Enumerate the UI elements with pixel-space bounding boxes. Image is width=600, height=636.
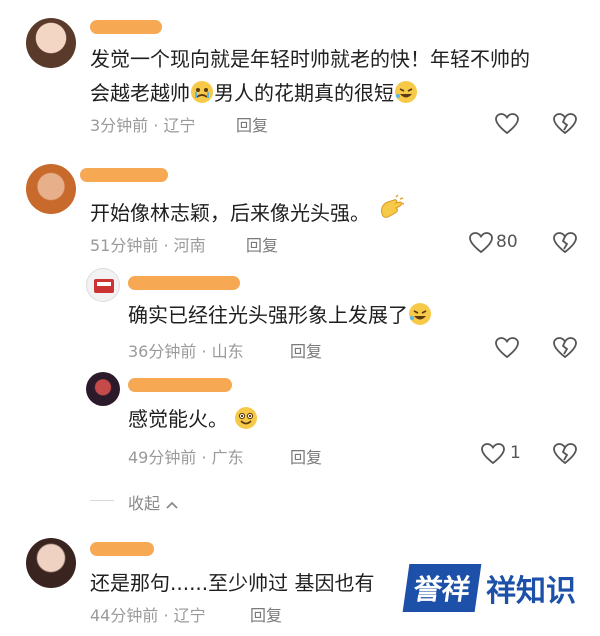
comment-time-location: 36分钟前 · 山东 <box>128 342 244 361</box>
avatar[interactable] <box>26 538 76 588</box>
laughing-emoji-icon <box>408 302 432 326</box>
comment-text-part: 开始像林志颖，后来像光头强。 <box>90 201 370 225</box>
collapse-divider <box>90 500 114 501</box>
reply-button[interactable]: 回复 <box>290 444 322 468</box>
username-redacted[interactable] <box>80 168 168 182</box>
username-redacted[interactable] <box>128 378 232 392</box>
reply-button[interactable]: 回复 <box>250 602 282 626</box>
smiling-emoji-icon <box>234 406 258 430</box>
comment-text-part: 感觉能火。 <box>128 407 228 431</box>
dislike-broken-heart-icon[interactable] <box>552 442 578 466</box>
comment-text-part: 会越老越帅 <box>90 81 190 105</box>
laughing-emoji-icon <box>394 80 418 104</box>
like-heart-icon[interactable] <box>494 112 520 136</box>
comment-time-location: 49分钟前 · 广东 <box>128 448 244 467</box>
clapping-hands-emoji-icon <box>376 194 406 224</box>
username-redacted[interactable] <box>90 542 154 556</box>
avatar[interactable] <box>26 18 76 68</box>
reply-button[interactable]: 回复 <box>290 338 322 362</box>
reply-button[interactable]: 回复 <box>236 112 268 136</box>
username-redacted[interactable] <box>128 276 240 290</box>
comment-text: 确实已经往光头强形象上发展了 <box>128 298 432 332</box>
like-count: 1 <box>510 443 521 463</box>
comment-text-part: 男人的花期真的很短 <box>214 81 394 105</box>
comment-text: 会越老越帅 男人的花期真的很短 <box>90 76 418 110</box>
watermark-logo: 誉祥 祥知识 <box>402 560 577 616</box>
crying-emoji-icon <box>190 80 214 104</box>
comment-text-part: 确实已经往光头强形象上发展了 <box>128 303 408 327</box>
like-heart-icon[interactable] <box>468 231 494 255</box>
watermark-block: 誉祥 <box>402 564 482 612</box>
reply-button[interactable]: 回复 <box>246 232 278 256</box>
avatar[interactable] <box>86 268 120 302</box>
username-redacted[interactable] <box>90 20 162 34</box>
comment-time-location: 3分钟前 · 辽宁 <box>90 116 196 135</box>
like-heart-icon[interactable] <box>494 336 520 360</box>
dislike-broken-heart-icon[interactable] <box>552 112 578 136</box>
dislike-broken-heart-icon[interactable] <box>552 231 578 255</box>
avatar[interactable] <box>86 372 120 406</box>
collapse-label: 收起 <box>128 494 161 513</box>
collapse-replies-button[interactable]: 收起 <box>128 490 179 514</box>
comment-text: 开始像林志颖，后来像光头强。 <box>90 194 406 230</box>
chevron-up-icon <box>165 495 179 514</box>
comment-time-location: 51分钟前 · 河南 <box>90 236 206 255</box>
comment-text: 感觉能火。 <box>128 402 258 436</box>
comment-text: 还是那句......至少帅过 基因也有 <box>90 571 375 595</box>
comment-time-location: 44分钟前 · 辽宁 <box>90 606 206 625</box>
like-count: 80 <box>496 232 518 252</box>
avatar[interactable] <box>26 164 76 214</box>
like-heart-icon[interactable] <box>480 442 506 466</box>
dislike-broken-heart-icon[interactable] <box>552 336 578 360</box>
watermark-text: 祥知识 <box>486 574 577 609</box>
comment-text: 发觉一个现向就是年轻时帅就老的快！年轻不帅的 <box>90 47 530 71</box>
